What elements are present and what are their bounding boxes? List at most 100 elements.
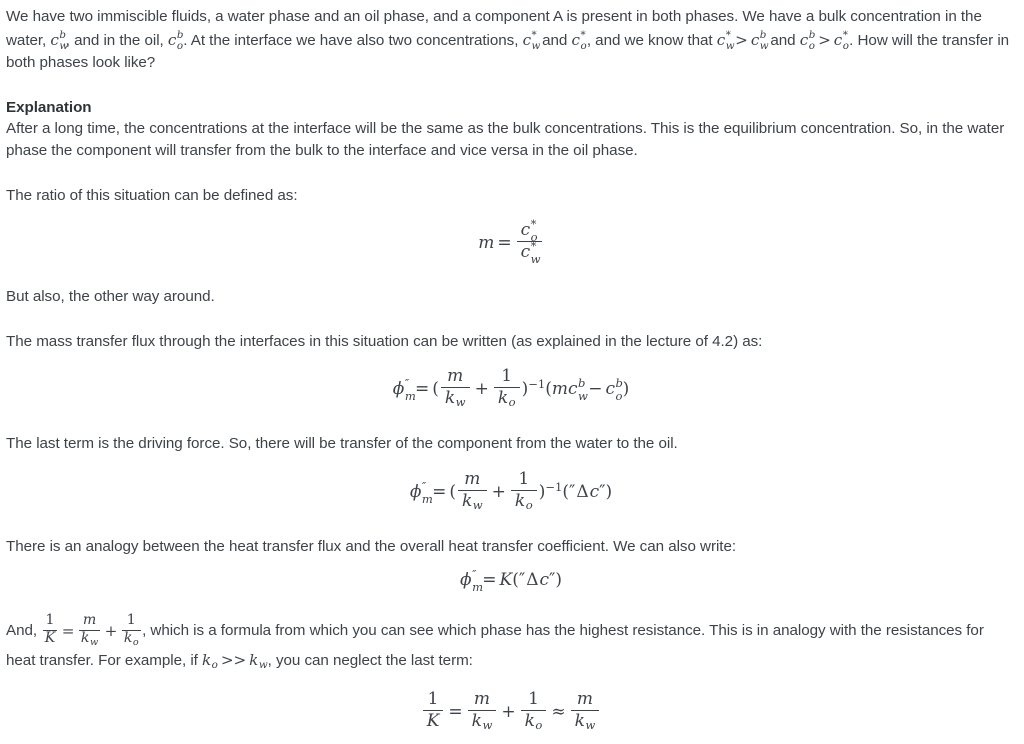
fraction-m-kw-approx: m kw	[570, 690, 600, 732]
var-c: c	[799, 30, 809, 49]
flux-intro-paragraph: The mass transfer flux through the inter…	[6, 332, 763, 350]
var-c: c	[522, 30, 532, 49]
subscript: o	[808, 40, 815, 53]
fraction-1-ko: 1 ko	[520, 690, 547, 732]
ratio-intro-paragraph: The ratio of this situation can be defin…	[6, 186, 298, 204]
denominator: kw	[441, 388, 470, 409]
relation-much-greater: >>	[220, 650, 247, 669]
numerator: 1	[422, 690, 444, 712]
fraction-m-kw: m kw	[440, 367, 470, 409]
var-c: c	[833, 30, 843, 49]
subscript: w	[258, 658, 268, 671]
var-c: c	[568, 379, 578, 400]
inline-math-cws: c * w	[522, 29, 541, 51]
subscript: o	[842, 40, 849, 53]
fraction-m-kw: m kw	[467, 690, 497, 732]
intro-text-b: , and in the oil,	[65, 31, 168, 49]
relation-greater: >	[818, 30, 831, 49]
denominator: K	[426, 711, 440, 732]
var-c: c	[750, 30, 760, 49]
superscript: b	[808, 28, 816, 41]
inline-math-ko-gg-kw: ko >> kw	[202, 649, 268, 676]
double-prime: ″	[472, 567, 476, 582]
operator-minus: −	[588, 379, 603, 400]
subscript: w	[530, 251, 541, 266]
open-paren: (	[512, 570, 519, 591]
var-c: c	[50, 30, 59, 49]
var-k: k	[514, 490, 526, 511]
var-phi: ϕ	[409, 481, 422, 502]
operator-plus: +	[104, 621, 118, 640]
open-paren: (	[432, 379, 439, 400]
inline-math-cob: cbo	[168, 28, 184, 51]
subscript: w	[59, 40, 69, 53]
numerator: c * o	[516, 218, 542, 242]
inline-math-inequality-2: c b o > c * o	[799, 28, 849, 53]
operator-plus: +	[474, 379, 489, 400]
exponent-minus-one: −1	[528, 377, 546, 392]
open-paren: (	[562, 481, 569, 502]
equation-resistance-approximation: 1 K = m kw +1 ko ≈ m kw	[6, 676, 1016, 744]
var-phi: ϕ	[459, 570, 472, 591]
resistance-paragraph: And, 1 K = m kw +1 ko, which is a formula from…	[6, 612, 1016, 676]
intro-text-f: and	[766, 31, 800, 49]
subscript: m	[421, 491, 433, 506]
subscript: o	[525, 498, 533, 513]
denominator: kw	[79, 630, 100, 649]
fraction-m-kw: m kw	[78, 612, 101, 649]
intro-text-e: , and we know that	[586, 31, 717, 49]
fraction-1-ko: 1 ko	[121, 612, 141, 649]
relation-equals: =	[448, 702, 463, 723]
denominator: ko	[521, 711, 547, 732]
inline-math-resistance-sum: 1 K = m kw +1 ko	[41, 612, 142, 649]
superscript: *	[530, 238, 537, 253]
denominator: kw	[571, 711, 600, 732]
analogy-paragraph: There is an analogy between the heat tra…	[6, 537, 737, 555]
intro-text-d: and	[537, 31, 572, 49]
var-c: c	[716, 30, 726, 49]
numerator: 1	[121, 612, 141, 631]
fraction: c * o c * w	[516, 218, 542, 264]
denominator: K	[44, 630, 56, 647]
superscript: b	[578, 375, 586, 390]
relation-equals: =	[61, 621, 75, 640]
var-k: k	[123, 630, 133, 647]
numerator: 1	[510, 469, 537, 491]
fraction-1-ko: 1 ko	[510, 469, 537, 513]
superscript: *	[725, 28, 731, 41]
subscript: o	[535, 718, 543, 733]
superscript: *	[580, 28, 586, 41]
exponent-minus-one: −1	[545, 479, 563, 494]
var-k: k	[471, 711, 482, 732]
superscript: b	[615, 375, 623, 390]
equation-mass-flux: ϕ ″ m =(m kw +1 ko)−1(mc b w − c b o)	[6, 353, 1016, 421]
var-phi: ϕ	[392, 379, 405, 400]
var-k: k	[444, 388, 456, 409]
var-k: k	[574, 711, 585, 732]
double-prime: ″	[404, 375, 409, 390]
var-k: k	[80, 630, 90, 647]
numerator: 1	[493, 367, 520, 389]
denominator: ko	[122, 630, 141, 649]
subscript: m	[472, 580, 484, 595]
resistance-text-c: , you can neglect the last term:	[267, 651, 473, 669]
superscript: b	[176, 28, 184, 41]
subscript: w	[455, 395, 466, 410]
denominator: c * w	[517, 238, 542, 264]
var-k: k	[201, 650, 212, 669]
fraction-1-K: 1K	[42, 612, 58, 647]
subscript: w	[578, 388, 588, 403]
close-paren: )	[555, 570, 562, 591]
subscript: o	[580, 40, 587, 53]
superscript: b	[759, 28, 767, 41]
numerator: m	[457, 469, 487, 491]
operator-plus: +	[491, 481, 506, 502]
var-k: k	[497, 388, 509, 409]
explanation-paragraph: After a long time, the concentrations at…	[6, 119, 1005, 160]
var-m: m	[478, 233, 495, 254]
subscript: o	[211, 658, 218, 671]
